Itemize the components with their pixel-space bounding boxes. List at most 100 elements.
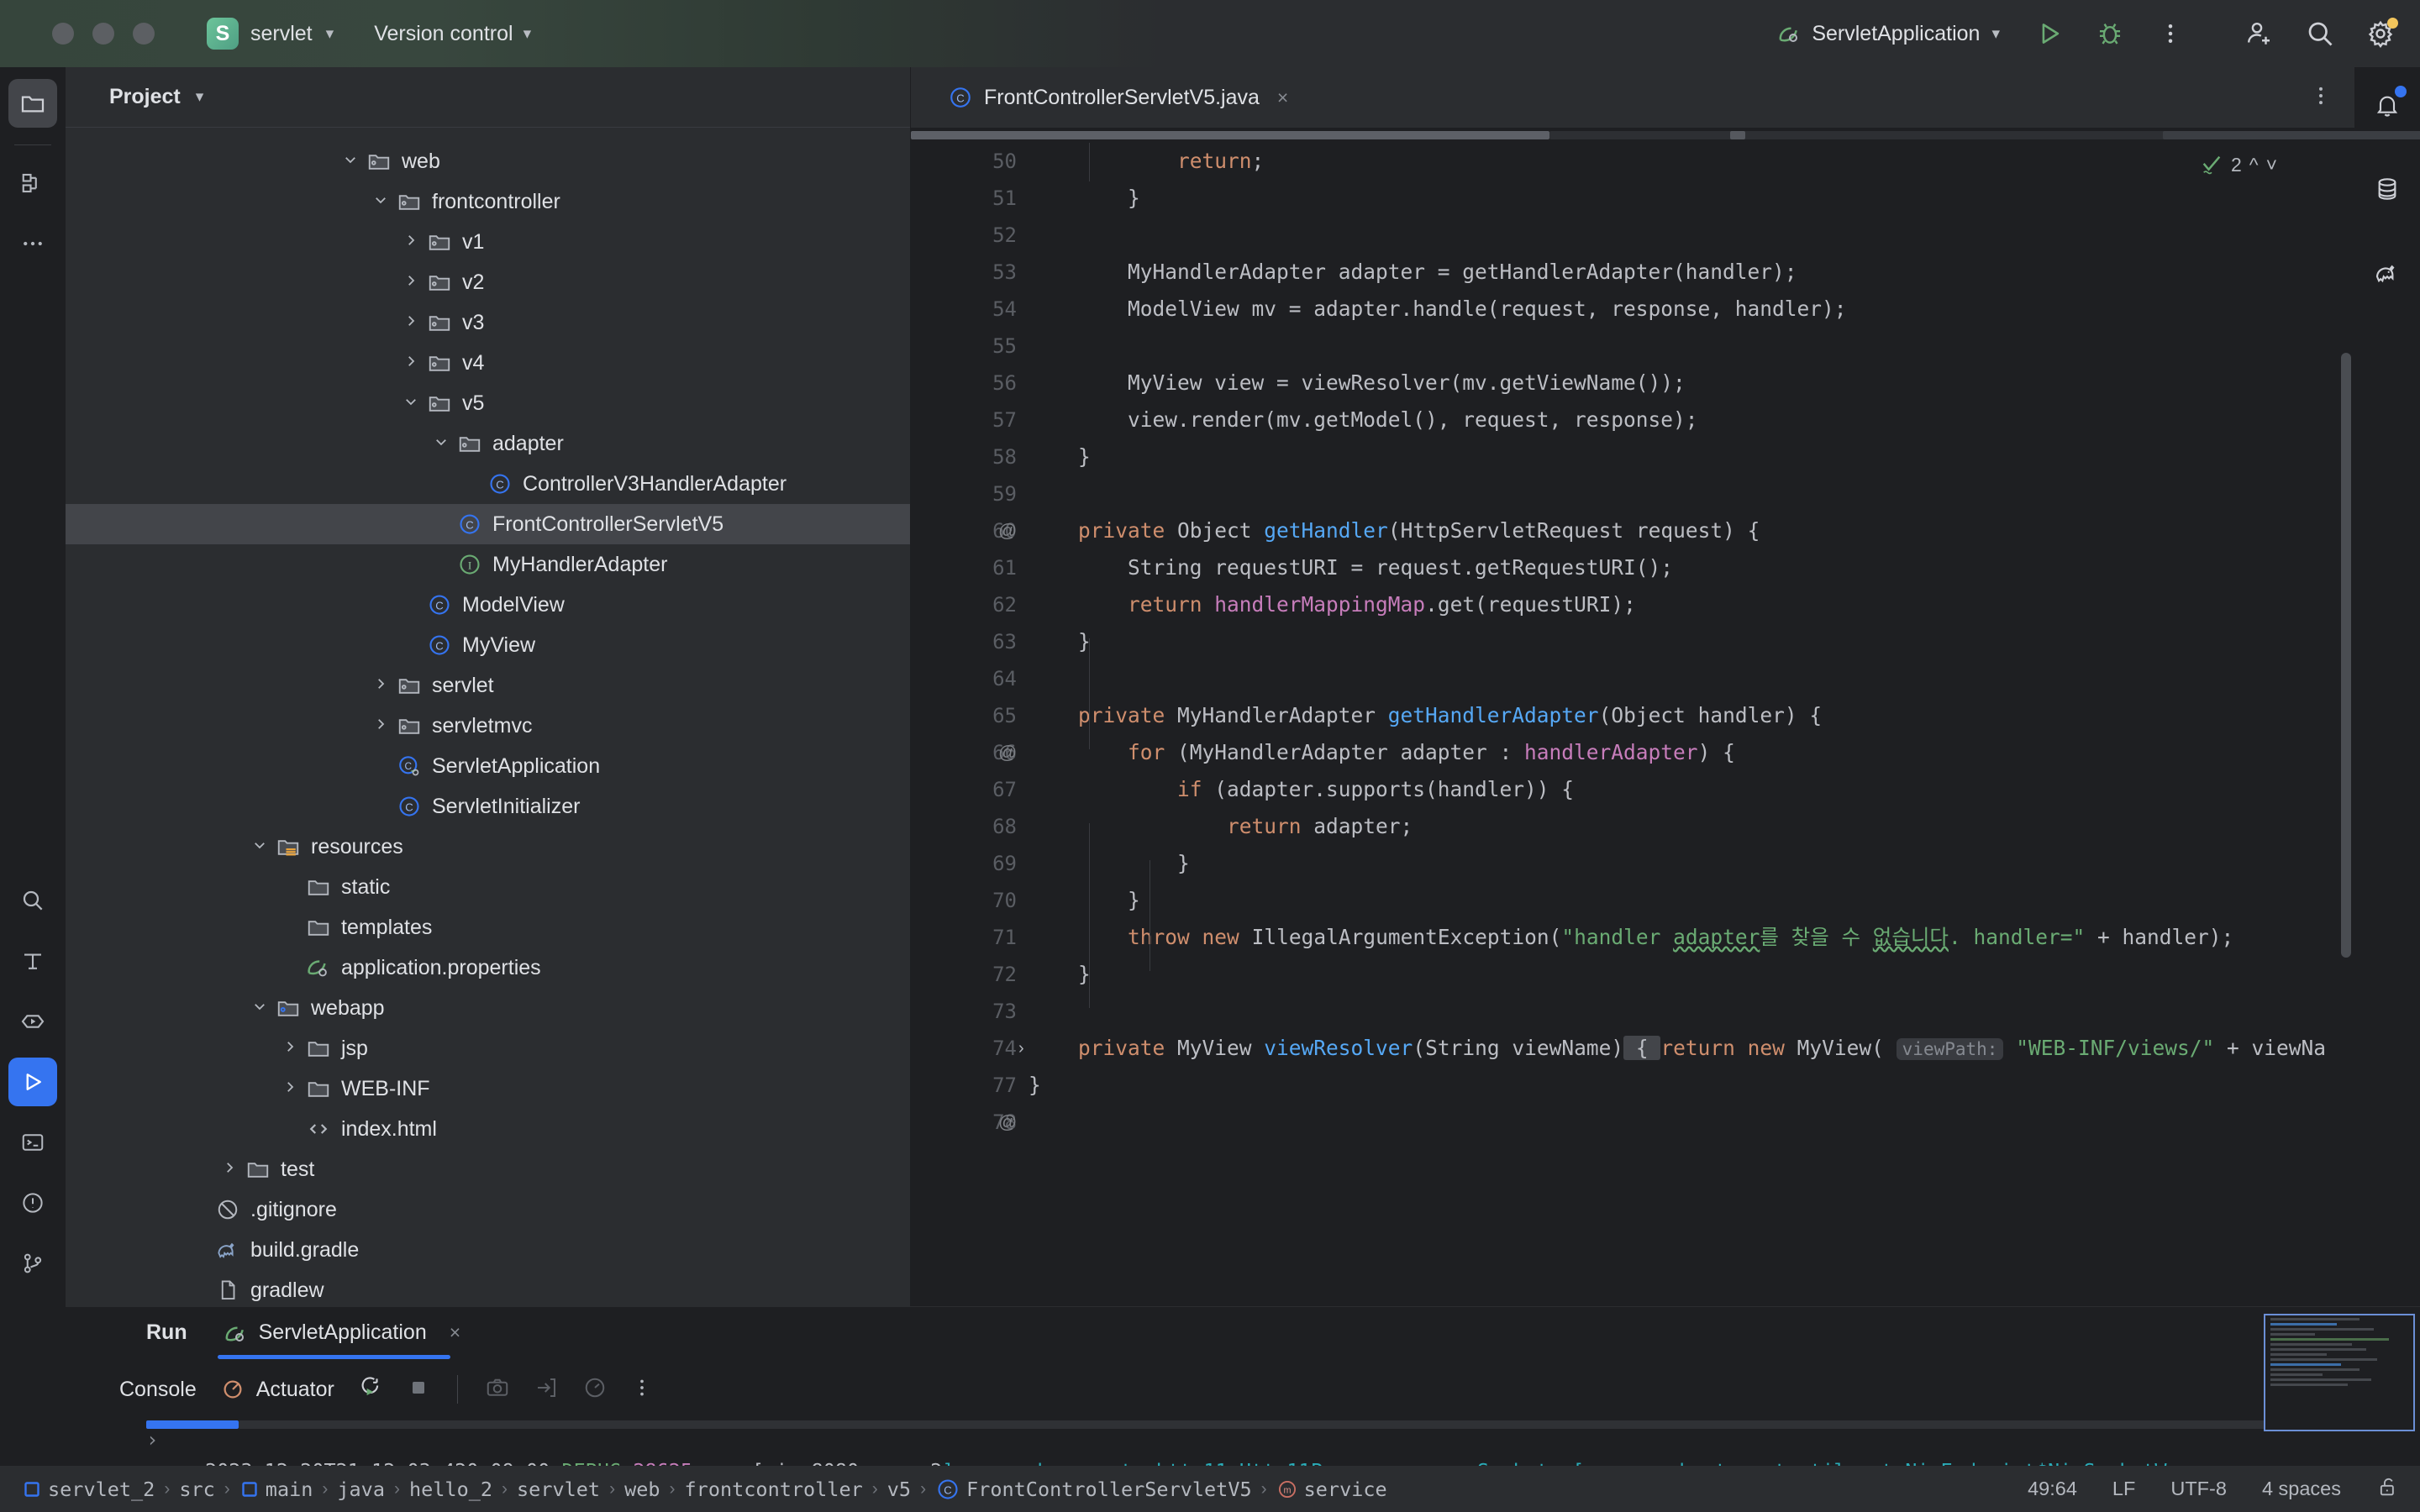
breadcrumb-item[interactable]: src	[179, 1478, 214, 1501]
debug-button[interactable]	[2092, 16, 2128, 51]
code-line[interactable]: return handlerMappingMap.get(requestURI)…	[1028, 586, 2354, 623]
tree-expand-arrow-icon[interactable]	[429, 434, 454, 454]
line-number[interactable]: 73	[911, 993, 1017, 1030]
code-line[interactable]: throw new IllegalArgumentException("hand…	[1028, 919, 2354, 956]
tree-item[interactable]: web	[66, 141, 910, 181]
code-line[interactable]	[1028, 217, 2354, 254]
code-line[interactable]	[1028, 328, 2354, 365]
tree-expand-arrow-icon[interactable]	[398, 233, 424, 252]
code-viewport[interactable]: 50 51 52 53 54 55 56 57 58 59 @60 61 62 63 64 @65 66 67 68…	[911, 143, 2354, 1306]
sidebar-item-git[interactable]	[8, 1239, 57, 1288]
code-line[interactable]	[1028, 1104, 2354, 1141]
tree-item[interactable]: v3	[66, 302, 910, 343]
tree-item[interactable]: static	[66, 867, 910, 907]
breadcrumb-item[interactable]: main	[239, 1478, 313, 1501]
code-line[interactable]	[1028, 475, 2354, 512]
code-line[interactable]: }	[1028, 623, 2354, 660]
code-line[interactable]: MyHandlerAdapter adapter = getHandlerAda…	[1028, 254, 2354, 291]
tree-item[interactable]: v1	[66, 222, 910, 262]
breadcrumb-item[interactable]: servlet_2	[22, 1478, 155, 1501]
sidebar-item-more[interactable]	[8, 219, 57, 268]
camera-icon[interactable]	[485, 1375, 510, 1404]
code-line[interactable]	[1028, 660, 2354, 697]
breadcrumb-item[interactable]: web	[624, 1478, 660, 1501]
sidebar-item-notifications[interactable]	[2363, 81, 2412, 129]
line-number[interactable]: 53	[911, 254, 1017, 291]
code-line[interactable]: ModelView mv = adapter.handle(request, r…	[1028, 291, 2354, 328]
tree-expand-arrow-icon[interactable]	[398, 273, 424, 292]
file-encoding[interactable]: UTF-8	[2170, 1478, 2227, 1500]
close-window-button[interactable]	[52, 23, 74, 45]
tree-expand-arrow-icon[interactable]	[398, 394, 424, 413]
run-options-icon[interactable]	[631, 1377, 653, 1403]
sidebar-item-project[interactable]	[8, 79, 57, 128]
tree-item[interactable]: I MyHandlerAdapter	[66, 544, 910, 585]
tree-expand-arrow-icon[interactable]	[217, 1160, 242, 1179]
line-number[interactable]: 71	[911, 919, 1017, 956]
line-number[interactable]: 51	[911, 180, 1017, 217]
code-line[interactable]: private MyView viewResolver(String viewN…	[1028, 1030, 2354, 1067]
breadcrumb-item[interactable]: C FrontControllerServletV5	[935, 1477, 1252, 1502]
tree-item[interactable]: C MyView	[66, 625, 910, 665]
caret-position[interactable]: 49:64	[2028, 1478, 2077, 1500]
tree-expand-arrow-icon[interactable]	[338, 152, 363, 171]
search-icon[interactable]	[2302, 16, 2338, 51]
tree-item[interactable]: C ServletApplication	[66, 746, 910, 786]
tree-expand-arrow-icon[interactable]	[368, 192, 393, 212]
breadcrumb-item[interactable]: java	[337, 1478, 385, 1501]
chevron-down-icon[interactable]: ▾	[196, 87, 204, 107]
code-line[interactable]: private MyHandlerAdapter getHandlerAdapt…	[1028, 697, 2354, 734]
tree-item[interactable]: v5	[66, 383, 910, 423]
tree-item[interactable]: v4	[66, 343, 910, 383]
tree-item[interactable]: resources	[66, 827, 910, 867]
sidebar-item-find[interactable]	[8, 876, 57, 925]
code-line[interactable]: }	[1028, 438, 2354, 475]
line-number[interactable]: 68	[911, 808, 1017, 845]
tree-item[interactable]: v2	[66, 262, 910, 302]
line-number[interactable]: 62	[911, 586, 1017, 623]
line-number[interactable]: 52	[911, 217, 1017, 254]
analyze-icon[interactable]	[582, 1375, 608, 1404]
export-icon[interactable]	[534, 1375, 559, 1404]
sidebar-item-services[interactable]	[8, 997, 57, 1046]
tree-item[interactable]: C ControllerV3HandlerAdapter	[66, 464, 910, 504]
breadcrumb[interactable]: servlet_2 › src › main › java › hello_2 › servlet ›…	[0, 1477, 1387, 1502]
editor-options-icon[interactable]	[2309, 84, 2333, 112]
line-number[interactable]: 74	[911, 1030, 1017, 1067]
fold-expand-icon[interactable]: ›	[1018, 1030, 1024, 1067]
code-line[interactable]: private Object getHandler(HttpServletReq…	[1028, 512, 2354, 549]
tree-item[interactable]: .gitignore	[66, 1189, 910, 1230]
line-number[interactable]: 67	[911, 771, 1017, 808]
line-number[interactable]: 56	[911, 365, 1017, 402]
code-line[interactable]: }	[1028, 882, 2354, 919]
breadcrumb-item[interactable]: frontcontroller	[685, 1478, 863, 1501]
tree-item[interactable]: C ServletInitializer	[66, 786, 910, 827]
override-marker-icon[interactable]: @	[998, 1104, 1017, 1141]
line-number[interactable]: 77	[911, 1067, 1017, 1104]
tree-item[interactable]: build.gradle	[66, 1230, 910, 1270]
next-problem-icon[interactable]: ˅	[2266, 154, 2277, 176]
tree-item[interactable]: webapp	[66, 988, 910, 1028]
code-line[interactable]: for (MyHandlerAdapter adapter : handlerA…	[1028, 734, 2354, 771]
line-separator[interactable]: LF	[2112, 1478, 2135, 1500]
minimize-window-button[interactable]	[92, 23, 114, 45]
sidebar-item-problems[interactable]	[8, 1179, 57, 1227]
code-line[interactable]: view.render(mv.getModel(), request, resp…	[1028, 402, 2354, 438]
tree-expand-arrow-icon[interactable]	[247, 837, 272, 857]
tab-actuator[interactable]: Actuator	[220, 1377, 334, 1402]
tree-item[interactable]: C FrontControllerServletV5	[66, 504, 910, 544]
tree-expand-arrow-icon[interactable]	[368, 676, 393, 696]
run-button[interactable]	[2032, 16, 2067, 51]
line-number[interactable]: 63	[911, 623, 1017, 660]
tree-item[interactable]: servlet	[66, 665, 910, 706]
tree-item[interactable]: templates	[66, 907, 910, 948]
stop-icon[interactable]	[407, 1376, 430, 1404]
sidebar-item-structure[interactable]	[8, 159, 57, 207]
line-number[interactable]: 65	[911, 697, 1017, 734]
code-line[interactable]: }	[1028, 180, 2354, 217]
breadcrumb-item[interactable]: servlet	[517, 1478, 600, 1501]
console-output[interactable]: › 2023-12-20T21:12:03.420+09:00 DEBUG 28…	[66, 1420, 2420, 1466]
rerun-icon[interactable]	[358, 1375, 383, 1404]
override-marker-icon[interactable]: @	[998, 512, 1017, 549]
tree-item[interactable]: frontcontroller	[66, 181, 910, 222]
